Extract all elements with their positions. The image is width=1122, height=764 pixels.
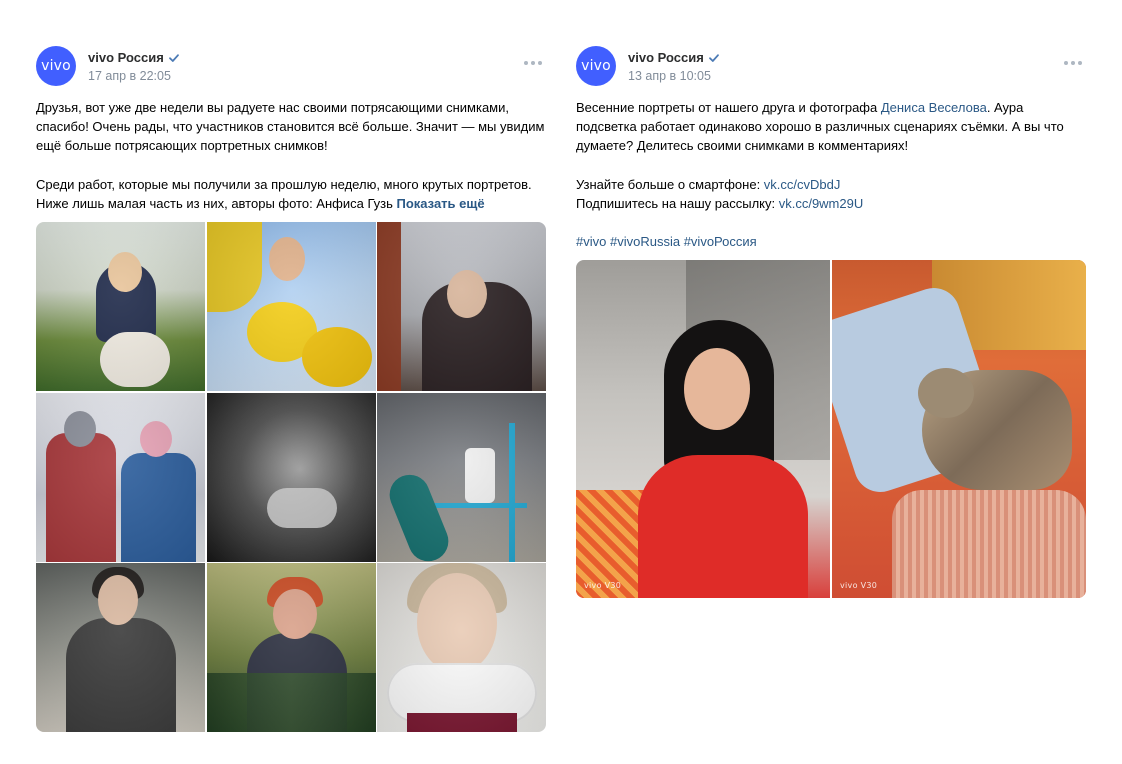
post-paragraph: Весенние портреты от нашего друга и фото…: [576, 98, 1086, 156]
photo-watermark: vivo V30: [584, 581, 622, 590]
post-header: vivo vivo Россия 13 апр в 10:05: [576, 46, 1086, 88]
hashtag-link[interactable]: #vivoRussia: [610, 234, 680, 249]
photo-7[interactable]: [36, 563, 205, 732]
newsletter-line: Подпишитесь на нашу рассылку: vk.cc/9wm2…: [576, 194, 1086, 213]
hashtag-link[interactable]: #vivo: [576, 234, 606, 249]
hashtags: #vivo #vivoRussia #vivoРоссия: [576, 232, 1086, 251]
more-options-icon[interactable]: [524, 60, 542, 66]
smartphone-label: Узнайте больше о смартфоне:: [576, 176, 764, 192]
post-text: Друзья, вот уже две недели вы радуете на…: [36, 98, 546, 213]
show-more-link[interactable]: Показать ещё: [396, 196, 484, 211]
photo-8[interactable]: [206, 563, 376, 732]
verified-icon: [168, 52, 180, 64]
newsletter-label: Подпишитесь на нашу рассылку:: [576, 195, 779, 211]
photo-cat[interactable]: vivo V30: [832, 260, 1086, 598]
post-2: vivo vivo Россия 13 апр в 10:05 Весенние…: [576, 46, 1086, 598]
post-1: vivo vivo Россия 17 апр в 22:05 Друзья, …: [36, 46, 546, 732]
hashtag-link[interactable]: #vivoРоссия: [684, 234, 757, 249]
author-row: vivo Россия: [628, 50, 720, 65]
photo-watermark: vivo V30: [840, 581, 878, 590]
avatar[interactable]: vivo: [36, 46, 76, 86]
author-name[interactable]: vivo Россия: [628, 50, 704, 65]
avatar[interactable]: vivo: [576, 46, 616, 86]
photo-3[interactable]: [377, 222, 546, 391]
newsletter-link[interactable]: vk.cc/9wm29U: [779, 196, 864, 211]
photo-portrait[interactable]: vivo V30: [576, 260, 830, 598]
photo-6[interactable]: [377, 392, 546, 562]
photo-1[interactable]: [36, 222, 205, 391]
author-name[interactable]: vivo Россия: [88, 50, 164, 65]
verified-icon: [708, 52, 720, 64]
photo-9[interactable]: [377, 563, 546, 732]
more-options-icon[interactable]: [1064, 60, 1082, 66]
post-date[interactable]: 13 апр в 10:05: [628, 69, 711, 83]
photographer-link[interactable]: Дениса Веселова: [881, 100, 987, 115]
smartphone-link[interactable]: vk.cc/cvDbdJ: [764, 177, 841, 192]
post-header: vivo vivo Россия 17 апр в 22:05: [36, 46, 546, 88]
smartphone-line: Узнайте больше о смартфоне: vk.cc/cvDbdJ: [576, 175, 1086, 194]
photo-grid: vivo V30 vivo V30: [576, 260, 1086, 598]
post-date[interactable]: 17 апр в 22:05: [88, 69, 171, 83]
photo-4[interactable]: [36, 392, 205, 562]
photo-5[interactable]: [206, 392, 376, 562]
photo-2[interactable]: [206, 222, 376, 391]
author-row: vivo Россия: [88, 50, 180, 65]
post-paragraph: Друзья, вот уже две недели вы радуете на…: [36, 100, 545, 154]
paragraph-text: Весенние портреты от нашего друга и фото…: [576, 100, 881, 115]
photo-grid: [36, 222, 546, 732]
post-text: Весенние портреты от нашего друга и фото…: [576, 98, 1086, 251]
post-paragraph: Среди работ, которые мы получили за прош…: [36, 175, 546, 213]
